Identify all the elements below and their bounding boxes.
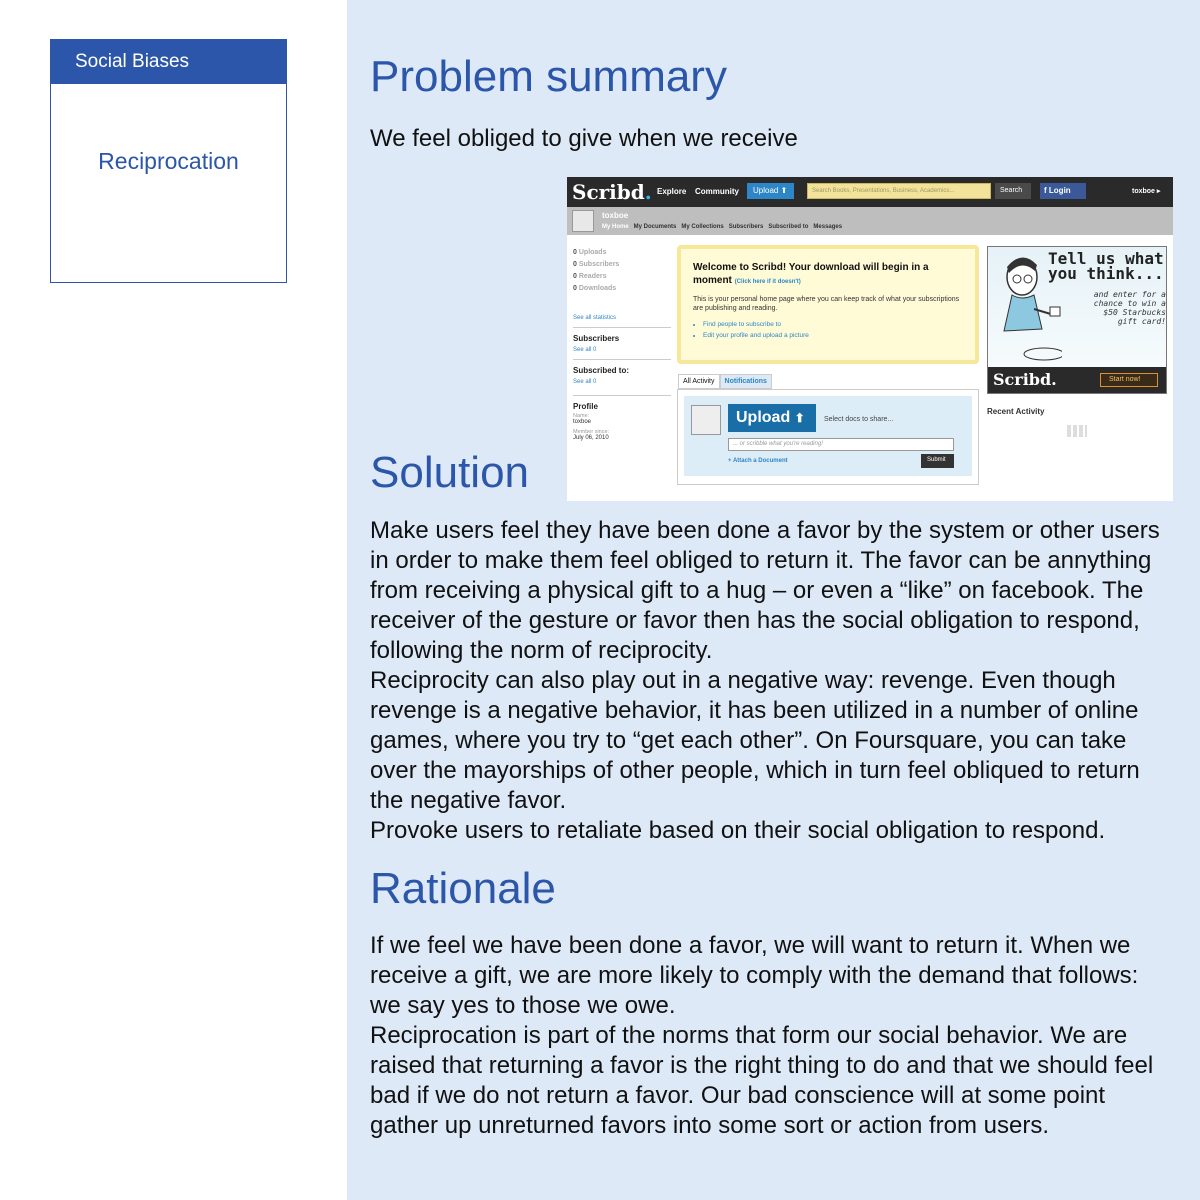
problem-text: We feel obliged to give when we receive	[370, 125, 798, 152]
share-panel: Upload ⬆ Select docs to share... ... or …	[684, 396, 972, 476]
upload-button[interactable]: Upload ⬆	[728, 404, 816, 432]
loading-icon	[1067, 425, 1087, 437]
subscribers-see-all-link[interactable]: See all 0	[573, 347, 671, 353]
tab-notifications[interactable]: Notifications	[719, 374, 772, 389]
activity-box: Upload ⬆ Select docs to share... ... or …	[677, 389, 979, 485]
recent-activity-title: Recent Activity	[987, 407, 1045, 416]
rationale-heading: Rationale	[370, 864, 556, 913]
stat-uploads: 0 Uploads	[573, 249, 607, 256]
scribd-subbar: toxboe My Home My Documents My Collections…	[567, 207, 1173, 235]
stat-readers: 0 Readers	[573, 273, 607, 280]
avatar	[572, 210, 594, 232]
activity-tabs: All Activity Notifications	[678, 374, 772, 389]
ad-title: Tell us what you think...	[1048, 249, 1164, 283]
user-menu[interactable]: toxboe ▸	[1132, 187, 1160, 195]
welcome-links: Find people to subscribe to Edit your pr…	[693, 319, 963, 341]
rationale-paragraph-1: If we feel we have been done a favor, we…	[370, 932, 1139, 1019]
welcome-title: Welcome to Scribd! Your download will be…	[693, 262, 929, 286]
rationale-paragraph-2: Reciprocation is part of the norms that …	[370, 1022, 1154, 1139]
scribd-topbar: Scribd. Explore Community Upload ⬆ Searc…	[567, 177, 1173, 207]
feedback-ad[interactable]: Tell us what you think... and enter for …	[987, 246, 1167, 394]
search-input[interactable]: Search Books, Presentations, Business, A…	[807, 183, 991, 199]
subscribed-see-all-link[interactable]: See all 0	[573, 379, 671, 385]
example-screenshot: Scribd. Explore Community Upload ⬆ Searc…	[567, 177, 1173, 501]
subnav-my-documents[interactable]: My Documents	[634, 224, 677, 230]
solution-paragraph-2: Reciprocity can also play out in a negat…	[370, 667, 1140, 814]
ad-illustration: Tell us what you think... and enter for …	[988, 247, 1166, 367]
upload-button-top[interactable]: Upload ⬆	[747, 183, 794, 199]
subnav-my-home[interactable]: My Home	[602, 224, 629, 230]
username: toxboe	[602, 211, 629, 220]
tab-all-activity[interactable]: All Activity	[678, 374, 720, 389]
avatar	[691, 405, 721, 435]
find-people-link[interactable]: Find people to subscribe to	[703, 319, 963, 330]
attach-document-link[interactable]: + Attach a Document	[728, 458, 788, 464]
sidebar-item-reciprocation[interactable]: Reciprocation	[51, 148, 286, 175]
sidebar-card: Social Biases Reciprocation	[50, 39, 287, 283]
up-arrow-icon: ⬆	[780, 186, 788, 195]
subnav-messages[interactable]: Messages	[813, 224, 842, 230]
subscribed-title: Subscribed to:	[573, 366, 630, 375]
subnav-subscribers[interactable]: Subscribers	[729, 224, 764, 230]
ad-logo: Scribd.	[993, 370, 1057, 389]
solution-paragraph-1: Make users feel they have been done a fa…	[370, 517, 1160, 664]
see-all-statistics-link[interactable]: See all statistics	[573, 315, 671, 321]
submit-button[interactable]: Submit	[921, 454, 954, 468]
stat-subscribers: 0 Subscribers	[573, 261, 620, 268]
member-since-value: July 06, 2010	[573, 435, 609, 441]
solution-body: Make users feel they have been done a fa…	[370, 516, 1170, 846]
stats-column: 0 Uploads 0 Subscribers 0 Readers 0 Down…	[573, 247, 671, 441]
solution-heading: Solution	[370, 448, 530, 497]
facebook-icon: f	[1044, 186, 1047, 195]
welcome-box: Welcome to Scribd! Your download will be…	[677, 245, 979, 364]
select-docs-text: Select docs to share...	[824, 416, 894, 423]
search-button[interactable]: Search	[995, 183, 1031, 199]
name-value: toxboe	[573, 419, 592, 425]
solution-paragraph-3: Provoke users to retaliate based on thei…	[370, 817, 1106, 844]
subnav-subscribed-to[interactable]: Subscribed to	[768, 224, 808, 230]
ad-subtext: and enter for a chance to win a $50 Star…	[1093, 290, 1166, 326]
start-now-button[interactable]: Start now!	[1100, 373, 1158, 387]
facebook-login-button[interactable]: f Login	[1040, 183, 1086, 199]
nav-community[interactable]: Community	[695, 187, 739, 196]
rationale-body: If we feel we have been done a favor, we…	[370, 931, 1170, 1141]
welcome-text: This is your personal home page where yo…	[693, 296, 960, 312]
problem-heading: Problem summary	[370, 52, 727, 101]
profile-title: Profile	[573, 402, 598, 411]
scribd-logo: Scribd.	[572, 180, 652, 204]
nav-explore[interactable]: Explore	[657, 187, 686, 196]
download-link[interactable]: (Click here if it doesn't)	[735, 279, 801, 285]
divider	[573, 327, 671, 328]
edit-profile-link[interactable]: Edit your profile and upload a picture	[703, 330, 963, 341]
scribble-input[interactable]: ... or scribble what you're reading!	[728, 438, 954, 451]
ad-bar: Scribd. Start now!	[988, 367, 1166, 393]
subscribers-title: Subscribers	[573, 334, 620, 343]
stat-downloads: 0 Downloads	[573, 285, 617, 292]
divider	[573, 395, 671, 396]
sub-navigation: My Home My Documents My Collections Subscri…	[602, 224, 847, 230]
sidebar-header: Social Biases	[51, 40, 286, 84]
subnav-my-collections[interactable]: My Collections	[681, 224, 723, 230]
divider	[573, 359, 671, 360]
content-panel: Problem summary We feel obliged to give …	[347, 0, 1200, 1200]
up-arrow-icon: ⬆	[794, 411, 805, 425]
